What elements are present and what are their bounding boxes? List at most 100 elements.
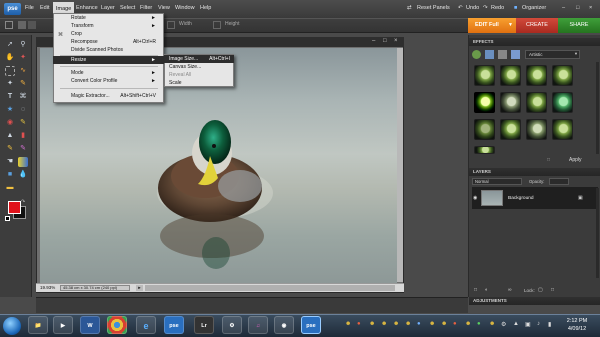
chrome-icon[interactable] xyxy=(107,316,127,334)
tray-icon[interactable]: ● xyxy=(453,321,457,327)
effects-all-icon[interactable] xyxy=(511,50,520,59)
effect-thumbnail[interactable] xyxy=(500,119,521,140)
gradient-tool-icon[interactable] xyxy=(18,157,28,167)
spot-healing-icon[interactable]: ✎ xyxy=(18,118,28,128)
volume-icon[interactable]: ♪ xyxy=(537,321,540,327)
doc-minimize-icon[interactable]: – xyxy=(372,38,375,44)
tray-icon[interactable]: ☻ xyxy=(441,321,447,327)
menu-item-resize[interactable]: Resize ► xyxy=(53,56,164,64)
blend-mode-select[interactable]: Normal xyxy=(472,178,522,185)
magic-wand-icon[interactable]: ✦ xyxy=(5,79,15,89)
redo-icon[interactable]: ↷ xyxy=(483,5,488,11)
menu-item-crop[interactable]: Crop xyxy=(53,30,164,38)
menu-item-recompose[interactable]: Recompose Alt+Ctrl+R xyxy=(53,38,164,46)
submenu-item-canvas-size[interactable]: Canvas Size... xyxy=(164,63,234,71)
layers-panel-title[interactable]: LAYERS xyxy=(469,168,600,176)
zoom-tool-icon[interactable]: ⚲ xyxy=(18,40,28,50)
menu-file[interactable]: File xyxy=(25,5,34,11)
effects-filters-icon[interactable] xyxy=(472,50,481,59)
submenu-item-reveal-all[interactable]: Reveal All xyxy=(164,71,234,79)
vertical-scrollbar[interactable] xyxy=(397,48,403,282)
selection-mode-icon[interactable] xyxy=(18,21,26,29)
eye-icon[interactable]: ◉ xyxy=(473,195,477,201)
effect-thumbnail[interactable] xyxy=(526,65,547,86)
redo-button[interactable]: Redo xyxy=(491,5,504,11)
sponge-tool-icon[interactable]: ▬ xyxy=(5,183,15,193)
lock-transparency-icon[interactable]: ▢ xyxy=(538,287,543,293)
cookie-cutter-icon[interactable]: ★ xyxy=(5,105,15,115)
minimize-icon[interactable]: – xyxy=(562,5,565,11)
submenu-item-scale[interactable]: Scale xyxy=(164,79,234,87)
adjustments-panel-title[interactable]: ADJUSTMENTS xyxy=(469,297,600,305)
tray-icon[interactable]: ● xyxy=(357,321,361,327)
reset-panels-icon[interactable]: ⇄ xyxy=(407,5,412,11)
swap-colors-icon[interactable]: ↷ xyxy=(21,199,25,205)
effect-thumbnail[interactable] xyxy=(474,119,495,140)
tray-icon[interactable]: ● xyxy=(477,321,481,327)
effect-thumbnail[interactable] xyxy=(500,92,521,113)
menu-item-divide-scanned-photos[interactable]: Divide Scanned Photos xyxy=(53,46,164,54)
start-button[interactable] xyxy=(3,317,21,335)
tab-share[interactable]: SHARE xyxy=(558,18,600,33)
menu-item-transform[interactable]: Transform ► xyxy=(53,22,164,30)
menu-layer[interactable]: Layer xyxy=(101,5,115,11)
selection-add-icon[interactable] xyxy=(28,21,36,29)
tray-icon[interactable]: ☻ xyxy=(381,321,387,327)
menu-view[interactable]: View xyxy=(158,5,170,11)
effect-thumbnail[interactable] xyxy=(526,119,547,140)
network-icon[interactable]: ▣ xyxy=(525,321,531,328)
type-tool-icon[interactable]: T xyxy=(5,92,15,102)
organizer-button[interactable]: Organizer xyxy=(522,5,546,11)
tray-icon[interactable]: ☻ xyxy=(369,321,375,327)
menu-help[interactable]: Help xyxy=(200,5,211,11)
tray-icon[interactable]: ☻ xyxy=(465,321,471,327)
effect-thumbnail[interactable] xyxy=(500,65,521,86)
tray-icon[interactable]: ☻ xyxy=(345,321,351,327)
effects-apply-button[interactable]: Apply xyxy=(569,157,582,163)
trash-icon[interactable]: □ xyxy=(547,157,550,163)
effect-thumbnail[interactable] xyxy=(552,92,573,113)
straighten-icon[interactable]: ◌ xyxy=(18,105,28,115)
smart-brush-icon[interactable]: ✎ xyxy=(18,144,28,154)
photos-icon[interactable]: ◉ xyxy=(274,316,294,334)
itunes-icon[interactable]: ♫ xyxy=(248,316,268,334)
lightroom-icon[interactable]: Lr xyxy=(194,316,214,334)
battery-icon[interactable]: ▮ xyxy=(548,321,551,328)
menu-select[interactable]: Select xyxy=(120,5,135,11)
eraser-icon[interactable]: ▮ xyxy=(18,131,28,141)
explorer-icon[interactable]: 📁 xyxy=(28,316,48,334)
menu-item-mode[interactable]: Mode ► xyxy=(53,69,164,77)
opacity-field[interactable] xyxy=(549,178,569,185)
shape-tool-icon[interactable]: ■ xyxy=(5,170,15,180)
width-field-icon[interactable] xyxy=(167,21,175,29)
tray-icon[interactable]: ▲ xyxy=(513,321,519,327)
word-icon[interactable]: W xyxy=(80,316,100,334)
photoshop-elements-icon[interactable]: pse xyxy=(164,316,184,334)
doc-maximize-icon[interactable]: □ xyxy=(383,38,387,44)
effects-styles-icon[interactable] xyxy=(485,50,494,59)
move-tool-icon[interactable]: ➚ xyxy=(5,40,15,50)
link-layers-icon[interactable]: ∞ xyxy=(508,287,512,293)
menu-window[interactable]: Window xyxy=(175,5,195,11)
status-arrow-icon[interactable]: ► xyxy=(136,285,143,291)
lasso-tool-icon[interactable]: ∿ xyxy=(18,66,28,76)
quick-selection-icon[interactable]: ✎ xyxy=(18,79,28,89)
effect-thumbnail[interactable] xyxy=(552,119,573,140)
blur-tool-icon[interactable]: 💧 xyxy=(18,170,28,180)
tab-create[interactable]: CREATE xyxy=(516,18,558,33)
menu-item-rotate[interactable]: Rotate ► xyxy=(53,14,164,22)
taskbar-clock[interactable]: 2:12 PM 4/09/12 xyxy=(560,317,594,333)
photoshop-elements-active-icon[interactable]: pse xyxy=(301,316,321,334)
effects-scrollbar[interactable] xyxy=(596,62,599,154)
tray-icon[interactable]: ☻ xyxy=(405,321,411,327)
menu-edit[interactable]: Edit xyxy=(40,5,49,11)
tray-icon[interactable]: ⚙ xyxy=(501,321,506,328)
clone-stamp-icon[interactable]: ▲ xyxy=(5,131,15,141)
tray-icon[interactable]: ● xyxy=(417,321,421,327)
tray-icon[interactable]: ☻ xyxy=(489,321,495,327)
tray-icon[interactable]: ☻ xyxy=(393,321,399,327)
layer-thumbnail[interactable] xyxy=(481,190,503,206)
effect-thumbnail[interactable] xyxy=(474,146,495,154)
paint-bucket-icon[interactable]: ☚ xyxy=(5,157,15,167)
hand-tool-icon[interactable]: ✋ xyxy=(5,53,15,63)
